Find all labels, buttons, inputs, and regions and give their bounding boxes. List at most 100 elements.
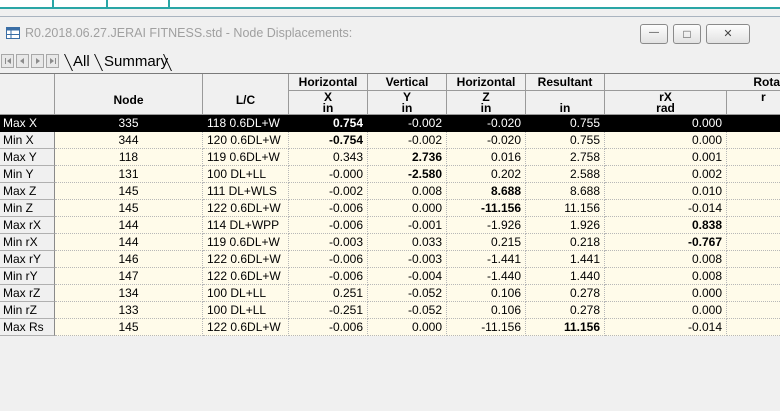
minimize-button[interactable]: — (640, 24, 668, 44)
cell-empty[interactable] (727, 234, 780, 251)
cell-y[interactable]: -0.052 (368, 302, 447, 319)
cell-x[interactable]: -0.754 (289, 132, 368, 149)
cell-x[interactable]: -0.006 (289, 217, 368, 234)
cell-res[interactable]: 1.441 (526, 251, 605, 268)
cell-res[interactable]: 0.755 (526, 132, 605, 149)
cell-y[interactable]: -0.001 (368, 217, 447, 234)
cell-empty[interactable] (727, 132, 780, 149)
cell-empty[interactable] (727, 166, 780, 183)
next-tab-button[interactable] (31, 54, 44, 68)
cell-y[interactable]: -0.004 (368, 268, 447, 285)
cell-node[interactable]: 118 (55, 149, 203, 166)
cell-label[interactable]: Max rZ (0, 285, 55, 302)
cell-res[interactable]: 0.218 (526, 234, 605, 251)
cell-z[interactable]: 0.202 (447, 166, 526, 183)
cell-lc[interactable]: 122 0.6DL+W (203, 268, 289, 285)
cell-label[interactable]: Max Rs (0, 319, 55, 336)
cell-y[interactable]: -0.002 (368, 115, 447, 132)
cell-label[interactable]: Max rX (0, 217, 55, 234)
header-y[interactable]: Y in (368, 91, 447, 115)
cell-z[interactable]: -11.156 (447, 319, 526, 336)
cell-lc[interactable]: 122 0.6DL+W (203, 200, 289, 217)
cell-x[interactable]: 0.754 (289, 115, 368, 132)
cell-res[interactable]: 0.278 (526, 302, 605, 319)
cell-empty[interactable] (727, 115, 780, 132)
header-z[interactable]: Z in (447, 91, 526, 115)
cell-res[interactable]: 0.278 (526, 285, 605, 302)
cell-rx[interactable]: -0.014 (605, 319, 727, 336)
cell-label[interactable]: Min Y (0, 166, 55, 183)
cell-rx[interactable]: 0.008 (605, 268, 727, 285)
cell-x[interactable]: -0.006 (289, 200, 368, 217)
cell-rx[interactable]: 0.000 (605, 115, 727, 132)
cell-lc[interactable]: 118 0.6DL+W (203, 115, 289, 132)
cell-res[interactable]: 8.688 (526, 183, 605, 200)
header-rx[interactable]: rX rad (605, 91, 727, 115)
cell-z[interactable]: -1.440 (447, 268, 526, 285)
cell-rx[interactable]: 0.000 (605, 302, 727, 319)
cell-lc[interactable]: 119 0.6DL+W (203, 234, 289, 251)
cell-res[interactable]: 11.156 (526, 200, 605, 217)
cell-node[interactable]: 145 (55, 183, 203, 200)
cell-x[interactable]: -0.003 (289, 234, 368, 251)
cell-node[interactable]: 133 (55, 302, 203, 319)
cell-rx[interactable]: 0.838 (605, 217, 727, 234)
cell-empty[interactable] (727, 285, 780, 302)
cell-lc[interactable]: 120 0.6DL+W (203, 132, 289, 149)
cell-x[interactable]: -0.000 (289, 166, 368, 183)
cell-y[interactable]: -0.052 (368, 285, 447, 302)
cell-empty[interactable] (727, 200, 780, 217)
cell-label[interactable]: Min rZ (0, 302, 55, 319)
cell-rx[interactable]: 0.002 (605, 166, 727, 183)
cell-rx[interactable]: -0.767 (605, 234, 727, 251)
cell-rx[interactable]: 0.010 (605, 183, 727, 200)
cell-lc[interactable]: 114 DL+WPP (203, 217, 289, 234)
cell-node[interactable]: 335 (55, 115, 203, 132)
cell-res[interactable]: 2.588 (526, 166, 605, 183)
tab-summary[interactable]: Summary (104, 53, 168, 71)
cell-z[interactable]: -1.926 (447, 217, 526, 234)
cell-z[interactable]: 0.215 (447, 234, 526, 251)
cell-res[interactable]: 1.440 (526, 268, 605, 285)
cell-node[interactable]: 131 (55, 166, 203, 183)
cell-node[interactable]: 134 (55, 285, 203, 302)
cell-rx[interactable]: 0.000 (605, 285, 727, 302)
last-tab-button[interactable] (46, 54, 59, 68)
cell-z[interactable]: -0.020 (447, 115, 526, 132)
cell-rx[interactable]: 0.000 (605, 132, 727, 149)
cell-lc[interactable]: 119 0.6DL+W (203, 149, 289, 166)
cell-empty[interactable] (727, 319, 780, 336)
cell-z[interactable]: -1.441 (447, 251, 526, 268)
cell-x[interactable]: -0.006 (289, 268, 368, 285)
close-button[interactable]: ✕ (706, 24, 750, 44)
cell-y[interactable]: 2.736 (368, 149, 447, 166)
cell-z[interactable]: 0.016 (447, 149, 526, 166)
cell-y[interactable]: -0.002 (368, 132, 447, 149)
cell-res[interactable]: 0.755 (526, 115, 605, 132)
header-lc[interactable]: L/C (203, 74, 289, 115)
cell-empty[interactable] (727, 268, 780, 285)
cell-y[interactable]: 0.000 (368, 200, 447, 217)
cell-z[interactable]: -11.156 (447, 200, 526, 217)
cell-lc[interactable]: 100 DL+LL (203, 166, 289, 183)
cell-label[interactable]: Max X (0, 115, 55, 132)
cell-y[interactable]: 0.008 (368, 183, 447, 200)
cell-label[interactable]: Min rX (0, 234, 55, 251)
cell-z[interactable]: 0.106 (447, 285, 526, 302)
cell-rx[interactable]: 0.008 (605, 251, 727, 268)
cell-res[interactable]: 11.156 (526, 319, 605, 336)
cell-empty[interactable] (727, 183, 780, 200)
cell-x[interactable]: -0.251 (289, 302, 368, 319)
maximize-button[interactable]: □ (673, 24, 701, 44)
cell-node[interactable]: 145 (55, 319, 203, 336)
previous-tab-button[interactable] (16, 54, 29, 68)
cell-empty[interactable] (727, 302, 780, 319)
header-ry-partial[interactable]: r (727, 91, 780, 115)
cell-label[interactable]: Min X (0, 132, 55, 149)
tab-all[interactable]: All (73, 53, 90, 71)
cell-label[interactable]: Min Z (0, 200, 55, 217)
cell-x[interactable]: -0.006 (289, 251, 368, 268)
cell-lc[interactable]: 122 0.6DL+W (203, 251, 289, 268)
cell-lc[interactable]: 111 DL+WLS (203, 183, 289, 200)
cell-x[interactable]: -0.006 (289, 319, 368, 336)
